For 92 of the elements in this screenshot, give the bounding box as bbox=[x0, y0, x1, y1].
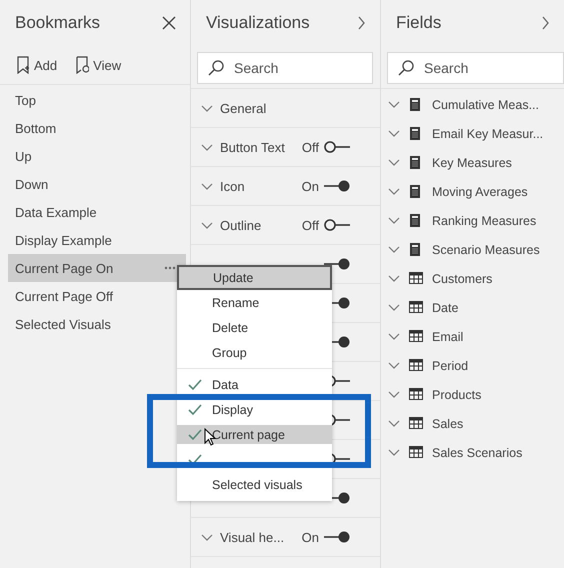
chevron-down-icon bbox=[388, 304, 400, 311]
search-input[interactable]: Search bbox=[422, 59, 526, 77]
table-icon bbox=[409, 416, 423, 431]
menu-item[interactable]: Update bbox=[177, 265, 332, 290]
chevron-down-icon bbox=[201, 104, 213, 112]
toggle-switch[interactable] bbox=[323, 530, 351, 544]
format-section-header[interactable]: Button Text bbox=[201, 140, 285, 154]
field-table-item[interactable]: Period bbox=[381, 351, 564, 380]
bookmark-add-icon bbox=[16, 56, 30, 74]
toggle-switch[interactable] bbox=[323, 179, 351, 193]
calculator-icon bbox=[409, 184, 423, 199]
chevron-down-icon bbox=[388, 159, 400, 166]
add-button[interactable]: Add bbox=[12, 54, 62, 76]
field-table-item[interactable]: Customers bbox=[381, 264, 564, 293]
chevron-down-icon bbox=[201, 222, 213, 228]
table-icon bbox=[409, 300, 423, 315]
field-table-item[interactable]: Ranking Measures bbox=[381, 206, 564, 235]
table-icon bbox=[409, 358, 423, 373]
bookmark-view-icon bbox=[75, 56, 90, 74]
menu-item[interactable]: Group bbox=[177, 343, 332, 362]
field-table-item[interactable]: Sales Scenarios bbox=[381, 438, 564, 467]
toggle-state: Off bbox=[302, 140, 319, 154]
table-icon bbox=[409, 445, 423, 460]
field-table-item[interactable]: Sales bbox=[381, 409, 564, 438]
chevron-down-icon bbox=[388, 101, 400, 108]
toggle-state: On bbox=[302, 178, 319, 194]
bookmark-item[interactable]: Down bbox=[0, 170, 186, 198]
menu-item[interactable]: Delete bbox=[177, 318, 332, 337]
chevron-down-icon bbox=[388, 449, 400, 456]
toggle-switch[interactable] bbox=[323, 140, 351, 154]
chevron-down-icon bbox=[388, 391, 400, 398]
chevron-down-icon bbox=[388, 188, 400, 195]
bookmark-item[interactable]: Up bbox=[0, 142, 186, 170]
field-table-item[interactable]: Cumulative Meas... bbox=[381, 90, 564, 119]
search-icon bbox=[398, 60, 414, 76]
chevron-down-icon bbox=[388, 246, 400, 253]
format-section-header[interactable]: Outline bbox=[201, 218, 262, 232]
chevron-right-icon[interactable] bbox=[542, 16, 550, 30]
field-table-item[interactable]: Email Key Measur... bbox=[381, 119, 564, 148]
menu-item[interactable]: Rename bbox=[177, 293, 332, 312]
format-section-header[interactable]: Visual he... bbox=[201, 530, 284, 544]
calculator-icon bbox=[409, 155, 423, 170]
chevron-down-icon bbox=[388, 275, 400, 282]
search-field[interactable]: Search bbox=[197, 52, 373, 84]
toggle-switch[interactable] bbox=[323, 257, 351, 271]
search-field[interactable]: Search bbox=[387, 52, 564, 84]
table-icon bbox=[409, 387, 423, 402]
calculator-icon bbox=[409, 126, 423, 141]
search-input[interactable]: Search bbox=[232, 59, 336, 77]
checkmark-icon bbox=[188, 428, 202, 440]
bookmark-item[interactable]: Data Example bbox=[0, 198, 186, 226]
field-table-item[interactable]: Key Measures bbox=[381, 148, 564, 177]
calculator-icon bbox=[409, 97, 423, 112]
table-icon bbox=[409, 271, 423, 286]
toggle-state: Off bbox=[302, 218, 319, 232]
field-table-item[interactable]: Date bbox=[381, 293, 564, 322]
chevron-right-icon[interactable] bbox=[358, 16, 366, 30]
view-button[interactable]: View bbox=[71, 54, 126, 76]
bookmark-item[interactable]: Display Example bbox=[0, 226, 186, 254]
menu-item[interactable]: Current page bbox=[177, 425, 332, 444]
toggle-switch[interactable] bbox=[323, 218, 351, 232]
chevron-down-icon bbox=[201, 144, 213, 150]
checkmark-icon bbox=[188, 404, 202, 416]
pane-title: Fields bbox=[396, 13, 442, 33]
checkmark-icon bbox=[188, 378, 202, 390]
format-section-header[interactable]: General bbox=[201, 100, 266, 116]
format-section-header[interactable]: Icon bbox=[201, 178, 245, 194]
pane-title: Visualizations bbox=[206, 13, 310, 33]
close-icon[interactable] bbox=[162, 16, 176, 30]
field-table-item[interactable]: Products bbox=[381, 380, 564, 409]
search-icon bbox=[208, 60, 224, 76]
menu-item[interactable]: Data bbox=[177, 375, 332, 394]
chevron-down-icon bbox=[388, 130, 400, 137]
chevron-down-icon bbox=[388, 217, 400, 224]
chevron-down-icon bbox=[388, 420, 400, 427]
pane-title: Bookmarks bbox=[15, 13, 100, 33]
calculator-icon bbox=[409, 242, 423, 257]
field-table-item[interactable]: Email bbox=[381, 322, 564, 351]
field-table-item[interactable]: Moving Averages bbox=[381, 177, 564, 206]
calculator-icon bbox=[409, 213, 423, 228]
chevron-down-icon bbox=[388, 333, 400, 340]
bookmark-item[interactable]: Current Page On bbox=[8, 254, 186, 282]
bookmark-item[interactable]: Top bbox=[0, 86, 186, 114]
field-table-item[interactable]: Scenario Measures bbox=[381, 235, 564, 264]
toggle-state: On bbox=[302, 530, 319, 544]
table-icon bbox=[409, 329, 423, 344]
chevron-down-icon bbox=[201, 534, 213, 540]
more-options-icon[interactable] bbox=[164, 266, 176, 270]
chevron-down-icon bbox=[388, 362, 400, 369]
bookmark-item[interactable]: Bottom bbox=[0, 114, 186, 142]
chevron-down-icon bbox=[201, 182, 213, 190]
menu-item[interactable]: Selected visuals bbox=[177, 475, 332, 494]
